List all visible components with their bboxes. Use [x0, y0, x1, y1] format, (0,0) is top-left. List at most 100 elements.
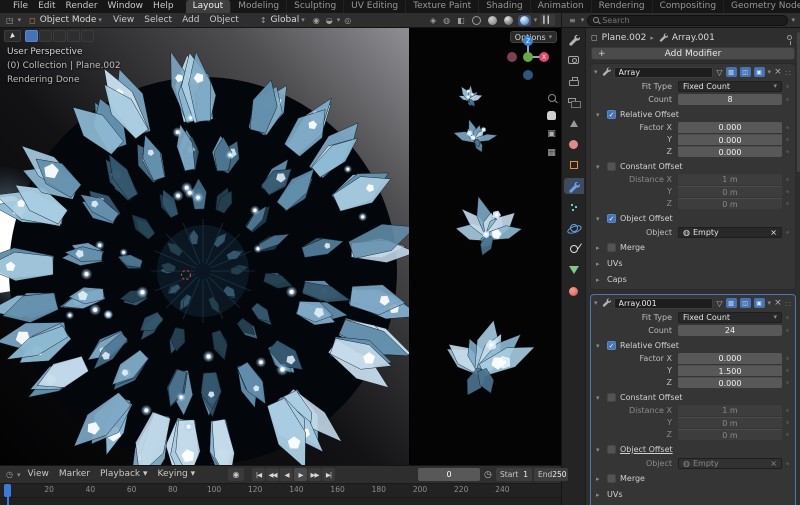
- relative-offset-panel-header[interactable]: ▾✓Relative Offset: [594, 339, 792, 352]
- transform-orientation-dropdown[interactable]: ↕ Global ▾: [254, 14, 309, 26]
- z-neg-axis-ball[interactable]: [523, 70, 533, 80]
- viewport-3d-main[interactable]: User Perspective (0) Collection | Plane.…: [0, 28, 409, 465]
- factor-z-field[interactable]: 0.000: [678, 146, 782, 157]
- workspace-tab-shading[interactable]: Shading: [479, 0, 531, 13]
- properties-tab-output[interactable]: [564, 73, 584, 89]
- collapse-icon[interactable]: ▾: [596, 111, 603, 119]
- constant-offset-checkbox[interactable]: [607, 162, 616, 171]
- shading-solid-button[interactable]: [486, 15, 499, 26]
- breadcrumb-object[interactable]: Plane.002: [602, 33, 647, 43]
- timeline-menu-view[interactable]: View: [23, 468, 54, 481]
- auto-keying-button[interactable]: ◉: [228, 468, 244, 481]
- active-tool-select-box-button[interactable]: [4, 30, 21, 42]
- viewport-menu-object[interactable]: Object: [205, 15, 244, 25]
- properties-tab-modifiers[interactable]: [564, 178, 584, 194]
- playhead[interactable]: [4, 484, 11, 497]
- constant-offset-panel-header[interactable]: ▾Constant Offset: [594, 160, 792, 173]
- viewport-3d-secondary[interactable]: Options ▾ Z X ▣ ▦: [409, 28, 561, 465]
- merge-checkbox[interactable]: [607, 474, 616, 483]
- offset-object-field[interactable]: ◍Empty×: [678, 227, 782, 238]
- proportional-editing-icon[interactable]: ◎: [342, 16, 353, 25]
- x-neg-axis-ball[interactable]: [507, 52, 517, 62]
- jump-to-end-button[interactable]: ▶|: [322, 468, 335, 481]
- x-axis-ball[interactable]: X: [539, 52, 549, 62]
- properties-tab-object[interactable]: [564, 157, 584, 173]
- modifier-extras-icon[interactable]: ▾: [768, 299, 772, 307]
- show-overlays-icon[interactable]: ◍: [441, 16, 452, 25]
- workspace-tab-sculpting[interactable]: Sculpting: [287, 0, 344, 13]
- distance-x-field[interactable]: 1 m: [678, 174, 782, 185]
- prev-keyframe-button[interactable]: ◀◀: [266, 468, 279, 481]
- navigation-gizmo[interactable]: Z X: [507, 36, 549, 88]
- editor-type-icon[interactable]: ◳: [4, 16, 16, 25]
- expand-icon[interactable]: ▸: [596, 491, 603, 499]
- zoom-icon[interactable]: [548, 94, 556, 102]
- expand-icon[interactable]: ▸: [596, 260, 603, 268]
- count-field[interactable]: 24: [678, 325, 782, 336]
- jump-to-start-button[interactable]: |◀: [252, 468, 265, 481]
- outliner-editor-icon[interactable]: ≡: [567, 16, 578, 25]
- properties-tab-material[interactable]: [564, 283, 584, 299]
- snap-magnet-icon[interactable]: ◒: [324, 16, 335, 25]
- properties-tab-particles[interactable]: [564, 199, 584, 215]
- collapse-icon[interactable]: ▾: [596, 215, 603, 223]
- modifier-name-field[interactable]: [614, 298, 714, 309]
- workspace-tab-layout[interactable]: Layout: [186, 0, 232, 13]
- vertex-group-filter-icon[interactable]: ▽: [716, 299, 722, 308]
- properties-tab-tool[interactable]: [564, 31, 584, 47]
- drag-handle[interactable]: ::: [785, 299, 792, 308]
- workspace-tab-uv-editing[interactable]: UV Editing: [344, 0, 406, 13]
- workspace-tab-geometry-nodes[interactable]: Geometry Nodes: [724, 0, 800, 13]
- relative-offset-checkbox[interactable]: ✓: [607, 110, 616, 119]
- properties-tab-render[interactable]: [564, 52, 584, 68]
- properties-tab-constraints[interactable]: [564, 241, 584, 257]
- object-offset-panel-header[interactable]: ▾✓Object Offset: [594, 212, 792, 225]
- expand-icon[interactable]: ▸: [596, 244, 603, 252]
- menu-window[interactable]: Window: [103, 1, 149, 11]
- y-axis-ball[interactable]: [523, 52, 533, 62]
- show-gizmos-icon[interactable]: ◈: [428, 16, 438, 25]
- snap-settings-chevron-icon[interactable]: ▾: [337, 16, 341, 24]
- timeline-editor-chevron-icon[interactable]: ▾: [17, 471, 21, 479]
- vertex-group-filter-icon[interactable]: ▽: [716, 68, 722, 77]
- relative-offset-checkbox[interactable]: ✓: [607, 341, 616, 350]
- offset-object-field[interactable]: ◍Empty×: [678, 458, 782, 469]
- distance-x-field[interactable]: 1 m: [678, 405, 782, 416]
- clear-object-icon[interactable]: ×: [770, 228, 777, 237]
- constant-offset-panel-header[interactable]: ▾Constant Offset: [594, 391, 792, 404]
- collapse-icon[interactable]: ▾: [596, 394, 603, 402]
- viewport-menu-select[interactable]: Select: [139, 15, 177, 25]
- shading-settings-chevron-icon[interactable]: ▾: [534, 16, 538, 24]
- outliner-editor-chevron-icon[interactable]: ▾: [581, 16, 585, 24]
- play-reverse-button[interactable]: ◀: [280, 468, 293, 481]
- timeline-ruler[interactable]: 20406080100120140160180200220240: [0, 483, 561, 497]
- current-frame-field[interactable]: 0: [418, 468, 480, 481]
- properties-tab-scene[interactable]: [564, 115, 584, 131]
- delete-modifier-icon[interactable]: ×: [774, 298, 782, 308]
- viewport-menu-add[interactable]: Add: [177, 15, 204, 25]
- pan-hand-icon[interactable]: [547, 111, 556, 120]
- pause-render-button[interactable]: ▎▎: [540, 14, 555, 26]
- select-intersect-mode-button[interactable]: [81, 30, 94, 42]
- object-offset-panel-header[interactable]: ▾Object Offset: [594, 443, 792, 456]
- collapse-icon[interactable]: ▾: [596, 446, 603, 454]
- workspace-tab-animation[interactable]: Animation: [531, 0, 592, 13]
- display-editmode-icon[interactable]: ▧: [726, 67, 737, 77]
- menu-file[interactable]: File: [8, 1, 33, 11]
- properties-tab-world[interactable]: [564, 136, 584, 152]
- editor-type-chevron-icon[interactable]: ▾: [18, 16, 22, 24]
- relative-offset-panel-header[interactable]: ▾✓Relative Offset: [594, 108, 792, 121]
- shading-material-button[interactable]: [502, 15, 515, 26]
- collapse-modifier-icon[interactable]: ▾: [594, 68, 598, 76]
- merge-panel-header[interactable]: ▸Merge: [594, 472, 792, 485]
- uvs-panel-header[interactable]: ▸UVs: [594, 488, 792, 501]
- z-axis-ball[interactable]: Z: [523, 36, 533, 46]
- display-editmode-icon[interactable]: ▧: [726, 298, 737, 308]
- expand-icon[interactable]: ▸: [596, 276, 603, 284]
- object-offset-checkbox[interactable]: [607, 445, 616, 454]
- menu-render[interactable]: Render: [61, 1, 103, 11]
- mode-dropdown[interactable]: ◻ Object Mode ▾: [23, 14, 106, 26]
- display-realtime-icon[interactable]: ◫: [740, 298, 751, 308]
- fit-type-dropdown[interactable]: Fixed Count▾: [678, 312, 782, 323]
- outliner-filter-chevron-icon[interactable]: ▾: [791, 16, 795, 24]
